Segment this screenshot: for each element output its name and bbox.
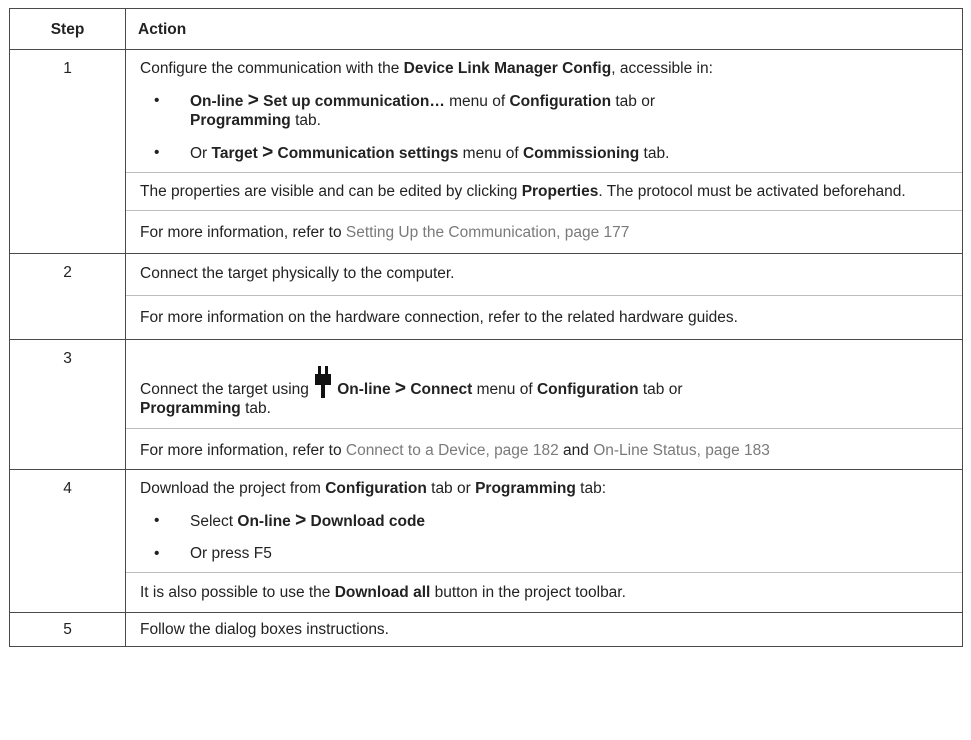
- connect-to-device-link[interactable]: Connect to a Device, page 182: [346, 442, 559, 459]
- list-item: Select On-line > Download code: [140, 511, 950, 531]
- action-cell: Follow the dialog boxes instructions.: [125, 612, 963, 647]
- step-number: 5: [9, 612, 126, 647]
- more-info: For more information, refer to Setting U…: [126, 210, 962, 253]
- properties-note: The properties are visible and can be ed…: [126, 172, 962, 210]
- table-row: 3 Connect the target using On-line > Con…: [9, 339, 963, 470]
- bullet-list: Select On-line > Download code Or press …: [140, 511, 950, 563]
- setting-up-communication-link[interactable]: Setting Up the Communication, page 177: [346, 224, 629, 241]
- header-action: Action: [125, 8, 963, 50]
- action-note: It is also possible to use the Download …: [126, 572, 962, 612]
- table-row: 4 Download the project from Configuratio…: [9, 469, 963, 613]
- action-text: Connect the target physically to the com…: [140, 265, 455, 282]
- procedure-table: Step Action 1 Configure the communicatio…: [9, 8, 963, 647]
- action-intro: Download the project from Configuration …: [140, 480, 607, 497]
- table-row: 2 Connect the target physically to the c…: [9, 253, 963, 340]
- action-note: For more information on the hardware con…: [126, 295, 962, 339]
- action-cell: Connect the target using On-line > Conne…: [125, 339, 963, 470]
- action-cell: Configure the communication with the Dev…: [125, 49, 963, 254]
- list-item: Or Target > Communication settings menu …: [140, 143, 950, 163]
- plug-icon: [315, 366, 332, 398]
- step-number: 3: [9, 339, 126, 470]
- action-text: Follow the dialog boxes instructions.: [140, 621, 389, 638]
- step-number: 4: [9, 469, 126, 613]
- action-cell: Download the project from Configuration …: [125, 469, 963, 613]
- step-number: 1: [9, 49, 126, 254]
- bullet-list: On-line > Set up communication… menu of …: [140, 91, 950, 163]
- online-status-link[interactable]: On-Line Status, page 183: [593, 442, 770, 459]
- table-header-row: Step Action: [9, 8, 963, 50]
- more-info: For more information, refer to Connect t…: [126, 428, 962, 469]
- table-row: 5 Follow the dialog boxes instructions.: [9, 612, 963, 647]
- list-item: Or press F5: [140, 544, 950, 563]
- action-text: Connect the target using On-line > Conne…: [126, 340, 962, 428]
- list-item: On-line > Set up communication… menu of …: [140, 91, 950, 130]
- table-row: 1 Configure the communication with the D…: [9, 49, 963, 254]
- action-intro: Configure the communication with the Dev…: [140, 60, 713, 77]
- action-cell: Connect the target physically to the com…: [125, 253, 963, 340]
- step-number: 2: [9, 253, 126, 340]
- header-step: Step: [9, 8, 126, 50]
